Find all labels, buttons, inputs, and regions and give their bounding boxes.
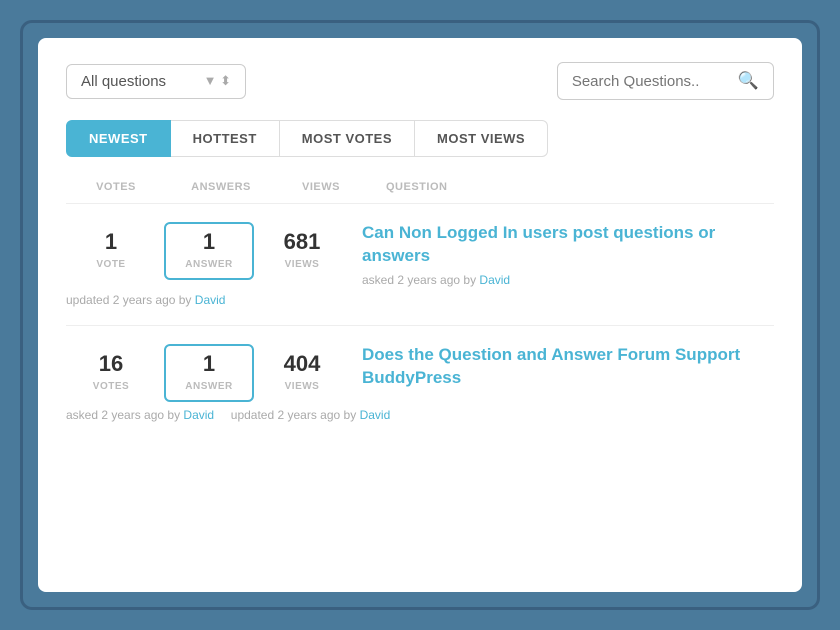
col-header-question: QUESTION	[366, 181, 774, 193]
tab-most-votes[interactable]: MOST VOTES	[280, 120, 415, 157]
votes-stat-1: 1 VOTE	[66, 230, 156, 272]
question-content-1: Can Non Logged In users post questions o…	[342, 222, 774, 287]
question-meta-1: asked 2 years ago by David	[362, 273, 774, 287]
answers-number-1: 1	[166, 230, 252, 254]
views-stat-1: 681 VIEWS	[262, 230, 342, 272]
votes-label-2: VOTES	[93, 381, 129, 392]
tab-newest[interactable]: NEWEST	[66, 120, 171, 157]
votes-label-1: VOTE	[96, 259, 125, 270]
main-card: All questions ▼ ⬍ 🔍 NEWEST HOTTEST MOST …	[38, 38, 802, 592]
col-header-votes: VOTES	[66, 181, 166, 193]
question-row-2: 16 VOTES 1 ANSWER 404 VIEWS Does the Que…	[66, 326, 774, 440]
search-input[interactable]	[572, 73, 732, 90]
row-footer-2: asked 2 years ago by David updated 2 yea…	[66, 402, 774, 422]
answers-stat-2: 1 ANSWER	[164, 344, 254, 402]
search-box: 🔍	[557, 62, 774, 100]
answers-stat-1: 1 ANSWER	[164, 222, 254, 280]
votes-number-1: 1	[66, 230, 156, 254]
tab-hottest[interactable]: HOTTEST	[171, 120, 280, 157]
question-content-2: Does the Question and Answer Forum Suppo…	[342, 344, 774, 390]
outer-frame: All questions ▼ ⬍ 🔍 NEWEST HOTTEST MOST …	[20, 20, 820, 610]
filter-dropdown[interactable]: All questions ▼ ⬍	[66, 64, 246, 99]
col-header-views: VIEWS	[276, 181, 366, 193]
filter-tabs: NEWEST HOTTEST MOST VOTES MOST VIEWS	[66, 120, 774, 157]
top-bar: All questions ▼ ⬍ 🔍	[66, 62, 774, 100]
views-label-2: VIEWS	[285, 381, 320, 392]
col-header-answers: ANSWERS	[166, 181, 276, 193]
question-title-2[interactable]: Does the Question and Answer Forum Suppo…	[362, 344, 774, 390]
views-number-2: 404	[262, 352, 342, 376]
asked-author-1[interactable]: David	[479, 273, 510, 287]
votes-stat-2: 16 VOTES	[66, 352, 156, 394]
stats-row-2: 16 VOTES 1 ANSWER 404 VIEWS	[66, 344, 342, 402]
asked-meta-1: asked 2 years ago by	[362, 273, 476, 287]
stats-row-1: 1 VOTE 1 ANSWER 681 VIEWS	[66, 222, 342, 280]
answers-label-2: ANSWER	[185, 381, 232, 392]
footer-asked-prefix-2: asked 2 years ago by	[66, 408, 180, 422]
footer-author-1[interactable]: David	[195, 293, 226, 307]
dropdown-label: All questions	[81, 73, 166, 90]
views-label-1: VIEWS	[285, 259, 320, 270]
views-stat-2: 404 VIEWS	[262, 352, 342, 394]
row-footer-1: updated 2 years ago by David	[66, 287, 774, 307]
answers-number-2: 1	[166, 352, 252, 376]
footer-prefix-1: updated 2 years ago by	[66, 293, 191, 307]
answers-label-1: ANSWER	[185, 259, 232, 270]
footer-updated-prefix-2: updated 2 years ago by	[231, 408, 356, 422]
question-title-1[interactable]: Can Non Logged In users post questions o…	[362, 222, 774, 268]
votes-number-2: 16	[66, 352, 156, 376]
footer-updated-author-2[interactable]: David	[360, 408, 391, 422]
views-number-1: 681	[262, 230, 342, 254]
chevron-down-icon: ▼ ⬍	[204, 73, 231, 89]
search-icon: 🔍	[738, 71, 759, 91]
tab-most-views[interactable]: MOST VIEWS	[415, 120, 548, 157]
footer-asked-author-2[interactable]: David	[183, 408, 214, 422]
question-row: 1 VOTE 1 ANSWER 681 VIEWS Can Non Logged…	[66, 204, 774, 326]
column-headers: VOTES ANSWERS VIEWS QUESTION	[66, 181, 774, 204]
